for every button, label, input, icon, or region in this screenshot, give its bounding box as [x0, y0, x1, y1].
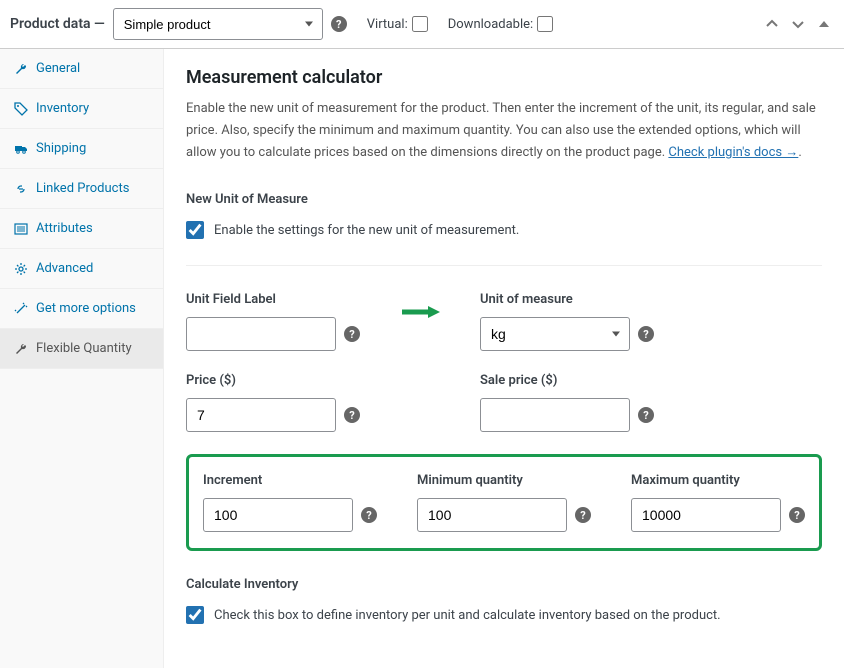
sidebar-item-flexible-quantity[interactable]: Flexible Quantity [0, 329, 163, 369]
sidebar: General Inventory Shipping Linked Produc… [0, 49, 164, 668]
enable-unit-row: Enable the settings for the new unit of … [186, 221, 822, 239]
sidebar-item-label: Attributes [36, 221, 93, 236]
sidebar-item-attributes[interactable]: Attributes [0, 209, 163, 249]
sale-price-label: Sale price ($) [480, 373, 654, 388]
sidebar-item-label: Get more options [36, 301, 136, 316]
max-quantity-input[interactable] [631, 498, 781, 532]
virtual-checkbox[interactable] [412, 16, 428, 32]
increment-label: Increment [203, 473, 377, 488]
help-icon[interactable]: ? [575, 507, 591, 523]
section-description: Enable the new unit of measurement for t… [186, 98, 822, 164]
help-icon[interactable]: ? [331, 16, 347, 32]
help-icon[interactable]: ? [638, 407, 654, 423]
wrench-icon [14, 62, 28, 76]
sidebar-item-label: Advanced [36, 261, 93, 276]
unit-of-measure-select[interactable]: kg [480, 317, 630, 351]
unit-field-label-input[interactable] [186, 317, 336, 351]
wrench-icon [14, 342, 28, 356]
min-quantity-label: Minimum quantity [417, 473, 591, 488]
sale-price-input[interactable] [480, 398, 630, 432]
enable-unit-checkbox[interactable] [186, 221, 204, 239]
help-icon[interactable]: ? [638, 326, 654, 342]
panel-body: General Inventory Shipping Linked Produc… [0, 49, 844, 668]
header-controls [762, 16, 834, 32]
move-down-icon[interactable] [788, 16, 808, 32]
help-icon[interactable]: ? [361, 507, 377, 523]
help-icon[interactable]: ? [789, 507, 805, 523]
sidebar-item-shipping[interactable]: Shipping [0, 129, 163, 169]
max-quantity-label: Maximum quantity [631, 473, 805, 488]
sidebar-item-label: Inventory [36, 101, 89, 116]
sidebar-item-advanced[interactable]: Advanced [0, 249, 163, 289]
wand-icon [14, 302, 28, 316]
content-area: Measurement calculator Enable the new un… [164, 49, 844, 668]
panel-header: Product data — Simple product ? Virtual:… [0, 0, 844, 49]
arrow-annotation-icon [400, 304, 440, 363]
new-unit-heading: New Unit of Measure [186, 192, 822, 207]
divider [186, 265, 822, 266]
calculate-inventory-label: Check this box to define inventory per u… [214, 608, 721, 623]
help-icon[interactable]: ? [344, 407, 360, 423]
enable-unit-label: Enable the settings for the new unit of … [214, 223, 519, 238]
sidebar-item-label: Linked Products [36, 181, 129, 196]
product-type-select-wrap: Simple product [113, 8, 323, 40]
list-icon [14, 222, 28, 236]
panel-title: Product data — [10, 16, 105, 32]
help-icon[interactable]: ? [344, 326, 360, 342]
tag-icon [14, 102, 28, 116]
product-type-select[interactable]: Simple product [113, 8, 323, 40]
docs-link[interactable]: Check plugin's docs → [668, 145, 798, 160]
calculate-inventory-row: Check this box to define inventory per u… [186, 606, 822, 624]
truck-icon [14, 142, 28, 156]
unit-of-measure-label: Unit of measure [480, 292, 654, 307]
toggle-collapse-icon[interactable] [814, 16, 834, 32]
unit-field-label-label: Unit Field Label [186, 292, 360, 307]
price-label: Price ($) [186, 373, 360, 388]
move-up-icon[interactable] [762, 16, 782, 32]
sidebar-item-linked-products[interactable]: Linked Products [0, 169, 163, 209]
virtual-checkbox-label: Virtual: [367, 16, 428, 32]
downloadable-checkbox-label: Downloadable: [448, 16, 553, 32]
section-title: Measurement calculator [186, 67, 822, 88]
price-input[interactable] [186, 398, 336, 432]
calculate-inventory-heading: Calculate Inventory [186, 577, 822, 592]
sidebar-item-inventory[interactable]: Inventory [0, 89, 163, 129]
quantity-highlight-box: Increment ? Minimum quantity ? Maximum q… [186, 454, 822, 551]
downloadable-checkbox[interactable] [537, 16, 553, 32]
gear-icon [14, 262, 28, 276]
sidebar-item-label: Shipping [36, 141, 86, 156]
sidebar-item-label: General [36, 61, 80, 76]
sidebar-item-label: Flexible Quantity [36, 341, 132, 356]
calculate-inventory-checkbox[interactable] [186, 606, 204, 624]
link-icon [14, 182, 28, 196]
increment-input[interactable] [203, 498, 353, 532]
sidebar-item-get-more-options[interactable]: Get more options [0, 289, 163, 329]
min-quantity-input[interactable] [417, 498, 567, 532]
sidebar-item-general[interactable]: General [0, 49, 163, 89]
